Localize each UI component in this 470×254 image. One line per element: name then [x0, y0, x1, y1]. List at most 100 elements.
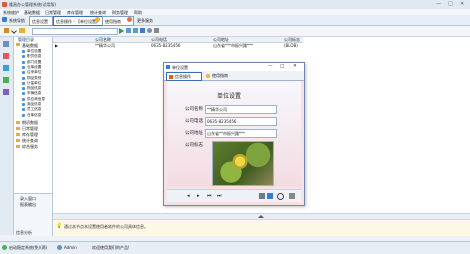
dropdown-icon[interactable]: [11, 28, 17, 34]
company-phone-input[interactable]: 0635-8235456: [205, 117, 277, 126]
tree-group[interactable]: 日常管理: [14, 126, 52, 131]
search-icon[interactable]: [277, 193, 284, 200]
tree-item-label: 物品类别: [27, 75, 42, 80]
splitter-arrow-icon: [258, 215, 264, 218]
tree-item[interactable]: 仓库信息: [20, 113, 52, 118]
tree-item[interactable]: 往来单位: [20, 70, 52, 75]
unit-settings-dialog: 单位设置 — □ ✕ 信息操作 使用指南 单位设置 公司名称 **精华公司 公司…: [163, 62, 305, 206]
prev-record-icon[interactable]: [133, 28, 138, 33]
cell-address[interactable]: 山东省***市振兴路***: [213, 43, 253, 49]
input-value: 0635-8235456: [207, 119, 237, 124]
service-icon: [127, 17, 132, 22]
nav-last-button[interactable]: ⏭: [217, 193, 222, 199]
first-record-icon[interactable]: [126, 28, 131, 33]
folder-icon: [16, 139, 20, 142]
status-user: Admin: [64, 245, 77, 250]
user-icon: [57, 245, 62, 250]
tree-item-icon: [22, 108, 25, 112]
folder-icon[interactable]: [19, 28, 25, 33]
exit-icon[interactable]: [289, 193, 295, 199]
tab-bar: 系统导航 信息设置 信息操作 - 【单位设置】 使用指南 更多服务: [0, 15, 470, 26]
company-name-input[interactable]: **精华公司: [205, 105, 277, 114]
app-title: 隆昌办公管理系统(试用版): [9, 2, 57, 7]
message-bar: 💡 通过本节点本设置使用者软件的公司具体信息。: [53, 219, 470, 236]
dialog-tab-guide[interactable]: 使用指南: [204, 72, 238, 79]
tree-item-label: 员工信息: [27, 107, 42, 112]
cell-name[interactable]: **精华公司: [95, 43, 115, 49]
input-value: **精华公司: [207, 107, 227, 112]
tab-navigation[interactable]: 系统导航: [9, 18, 25, 24]
tree-group[interactable]: 统计查询: [14, 138, 52, 143]
search-combo[interactable]: [32, 28, 118, 35]
dialog-maximize-button[interactable]: □: [280, 64, 284, 69]
tree-item[interactable]: 物品类别: [20, 76, 52, 81]
folder-icon: [16, 43, 20, 46]
tree-item-label: 仓库信息: [27, 112, 42, 117]
dialog-tabbar: 信息操作 使用指南: [164, 71, 304, 81]
dialog-close-button[interactable]: ✕: [293, 64, 297, 69]
dialog-body: 单位设置 公司名称 **精华公司 公司电话 0635-8235456 公司地址 …: [167, 81, 301, 187]
tree-item[interactable]: 供应商信息: [20, 97, 52, 102]
cell-logo[interactable]: (BLOB): [284, 43, 298, 48]
dialog-icon: [166, 65, 170, 69]
dialog-tab-operations[interactable]: 信息操作: [166, 72, 202, 81]
dialog-tab-label: 使用指南: [212, 73, 228, 78]
tree-root[interactable]: 基础数据: [22, 43, 38, 49]
nav-next-button[interactable]: ▸: [197, 193, 200, 199]
company-logo-image[interactable]: [212, 141, 274, 186]
save-icon[interactable]: [267, 193, 273, 199]
nav-icon[interactable]: [3, 89, 9, 95]
print-icon[interactable]: [154, 28, 159, 33]
tree-item-label: 车辆信息: [27, 91, 42, 96]
sidebar-item-report[interactable]: 报表输出: [20, 202, 36, 208]
sidebar-bottom: 录入窗口 报表输出 信息分析: [14, 193, 53, 236]
tree-group[interactable]: 期初数据: [14, 120, 52, 125]
company-address-input[interactable]: 山东省**市振兴路***: [205, 129, 277, 138]
nav-icon[interactable]: [3, 41, 9, 47]
tree-group[interactable]: 库存管理: [14, 132, 52, 137]
tree-item[interactable]: 部门设置: [20, 60, 52, 65]
status-right: 欢迎使用我们的产品!: [92, 245, 130, 250]
print-icon[interactable]: [259, 193, 265, 199]
nav-first-button[interactable]: ⏮: [207, 193, 212, 199]
tree-item-icon: [22, 65, 25, 69]
edit-icon[interactable]: [4, 28, 9, 33]
operations-icon: [169, 74, 173, 79]
run-icon[interactable]: [119, 28, 124, 34]
app-icon: [2, 2, 7, 7]
sidebar-item-analysis[interactable]: 信息分析: [16, 230, 32, 236]
save-icon[interactable]: [140, 28, 145, 33]
folder-icon: [16, 133, 20, 136]
tree-item-label: 部门设置: [27, 59, 42, 64]
cell-phone[interactable]: 0635-8235456: [151, 43, 180, 48]
tree-item[interactable]: 员工信息: [20, 107, 52, 112]
maximize-button[interactable]: □: [448, 1, 453, 7]
tab-more-services[interactable]: 更多服务: [137, 18, 153, 24]
tree-item-icon: [22, 92, 25, 96]
tree-panel: 管理目录 基础数据 单位设置 职员信息 部门设置 仓库设置 往来单位 物品类别 计量单位 物品…: [14, 37, 53, 193]
close-button[interactable]: ✕: [460, 1, 464, 7]
tree-item[interactable]: 职员信息: [20, 54, 52, 59]
left-icon-strip: [0, 37, 14, 235]
refresh-icon[interactable]: [147, 28, 152, 33]
dialog-heading: 单位设置: [217, 93, 242, 100]
tree-group[interactable]: 综合服务: [14, 144, 52, 149]
tree-item-icon: [22, 113, 25, 117]
nav-prev-button[interactable]: ◂: [187, 193, 190, 199]
minimize-button[interactable]: —: [436, 1, 441, 7]
tree-item-icon: [22, 97, 25, 101]
table-row[interactable]: ▶ **精华公司 0635-8235456 山东省***市振兴路*** (BLO…: [53, 43, 303, 48]
row-marker: ▶: [55, 43, 59, 48]
tree-item[interactable]: 车辆信息: [20, 91, 52, 96]
dialog-minimize-button[interactable]: —: [268, 64, 273, 69]
tab-info-settings[interactable]: 信息设置: [29, 16, 53, 26]
nav-icon[interactable]: [3, 53, 9, 59]
tab-label: 信息设置: [32, 18, 48, 24]
tree-item-icon: [22, 71, 25, 75]
tree-item-icon: [22, 60, 25, 64]
lightbulb-icon: 💡: [56, 223, 63, 229]
tab-label: 使用指南: [105, 18, 121, 24]
nav-icon[interactable]: [3, 65, 9, 71]
input-value: 山东省**市振兴路***: [207, 131, 245, 136]
nav-icon[interactable]: [3, 77, 9, 83]
